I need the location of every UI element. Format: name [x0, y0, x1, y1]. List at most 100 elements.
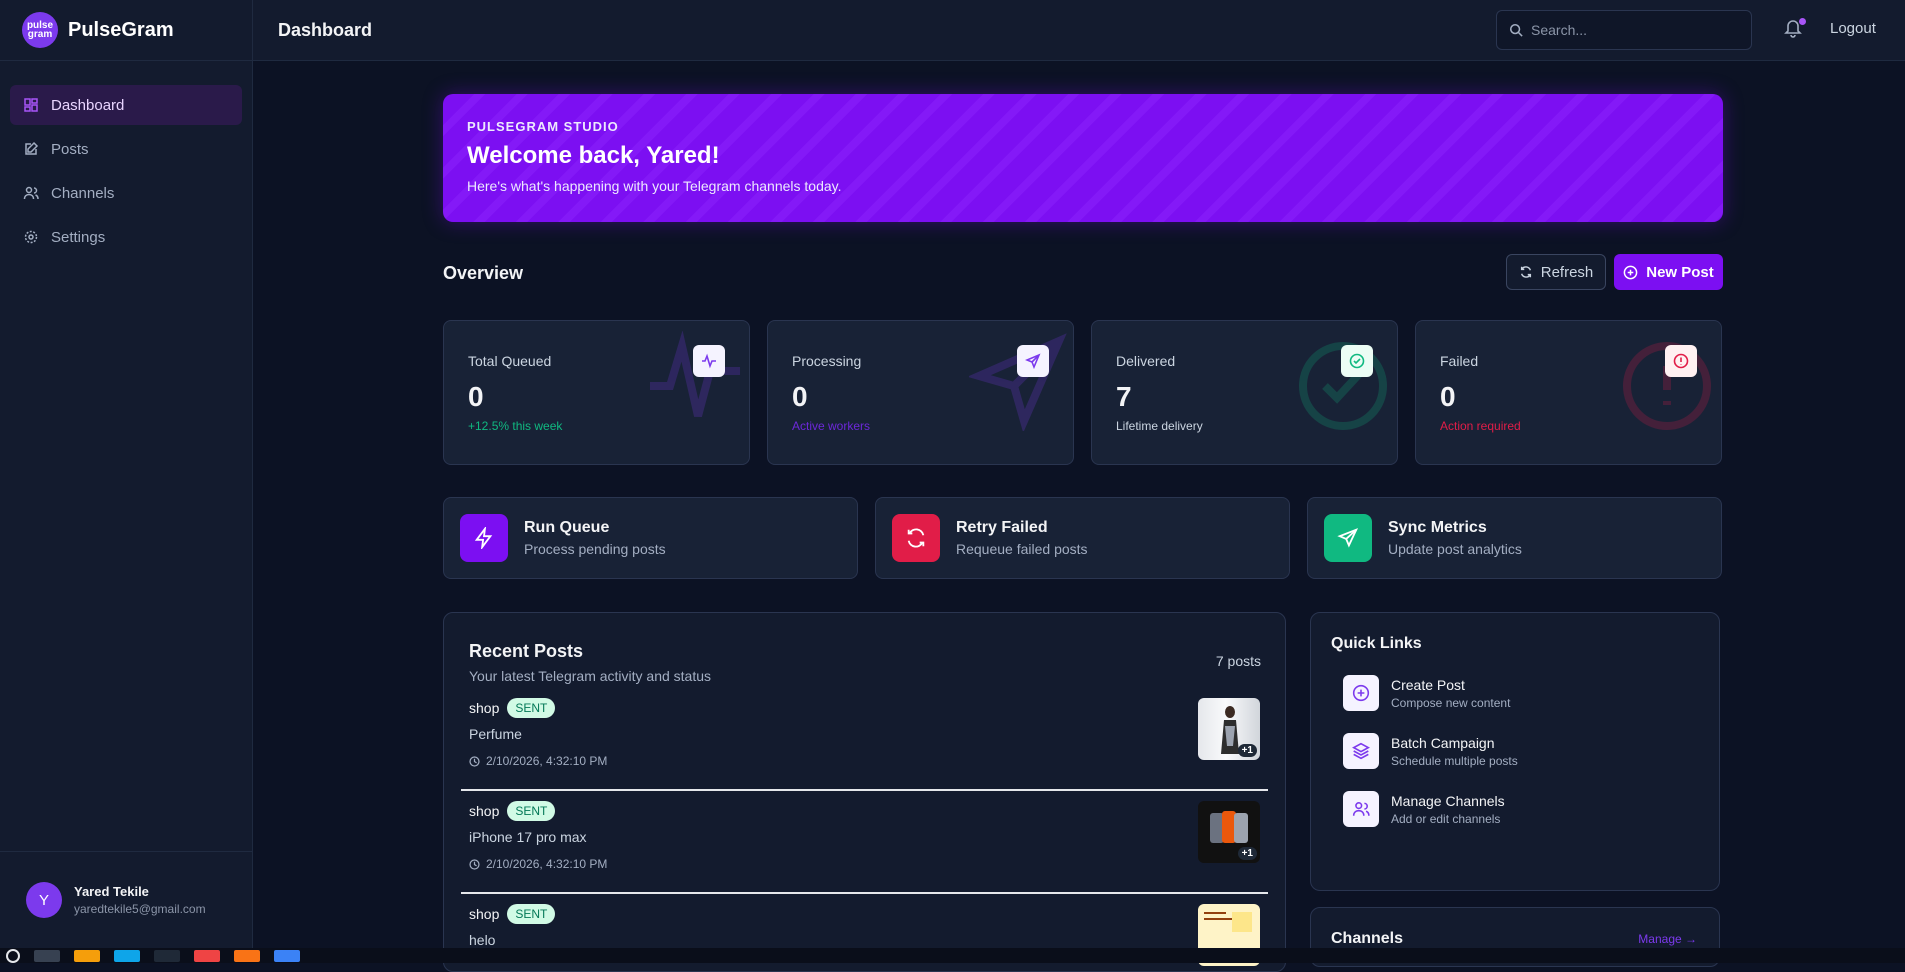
- lower-section: Recent Posts Your latest Telegram activi…: [443, 612, 1723, 972]
- quick-link-manage-channels[interactable]: Manage Channels Add or edit channels: [1331, 791, 1699, 827]
- run-queue-button[interactable]: Run Queue Process pending posts: [443, 497, 858, 579]
- user-profile[interactable]: Y Yared Tekile yaredtekile5@gmail.com: [0, 851, 253, 948]
- sidebar-item-label: Settings: [51, 229, 105, 246]
- action-title: Retry Failed: [956, 519, 1088, 537]
- sidebar-nav: Dashboard Posts Channels Settings: [0, 61, 252, 285]
- avatar: Y: [26, 882, 62, 918]
- plus-circle-icon: [1623, 265, 1638, 280]
- status-badge: SENT: [507, 801, 555, 821]
- post-time: 2/10/2026, 4:32:10 PM: [469, 754, 1260, 768]
- user-name: Yared Tekile: [74, 884, 206, 899]
- sidebar: pulse gram PulseGram Dashboard Posts Cha…: [0, 0, 253, 948]
- manage-channels-link[interactable]: Manage →: [1638, 932, 1697, 946]
- new-post-label: New Post: [1646, 264, 1714, 281]
- dashboard-icon: [23, 97, 39, 113]
- topbar: Dashboard Logout: [253, 0, 1905, 61]
- users-icon: [1343, 791, 1379, 827]
- folder-icon[interactable]: [74, 950, 100, 962]
- sidebar-item-posts[interactable]: Posts: [10, 129, 242, 169]
- right-column: Quick Links Create Post Compose new cont…: [1310, 612, 1720, 972]
- notification-dot: [1799, 18, 1806, 25]
- posts-count: 7 posts: [1216, 653, 1261, 669]
- app-icon-3[interactable]: [274, 950, 300, 962]
- post-text: iPhone 17 pro max: [469, 829, 1260, 845]
- search-icon: [1509, 23, 1523, 37]
- stat-card-delivered: Delivered 7 Lifetime delivery: [1091, 320, 1398, 465]
- status-badge: SENT: [507, 904, 555, 924]
- app-icon[interactable]: [154, 950, 180, 962]
- hero-title: Welcome back, Yared!: [467, 142, 1699, 170]
- refresh-icon: [1519, 265, 1533, 279]
- action-row: Run Queue Process pending posts Retry Fa…: [443, 497, 1723, 579]
- gear-icon: [23, 229, 39, 245]
- quick-link-name: Batch Campaign: [1391, 735, 1518, 751]
- app-icon-2[interactable]: [234, 950, 260, 962]
- quick-link-name: Create Post: [1391, 677, 1510, 693]
- terminal-icon[interactable]: [34, 950, 60, 962]
- action-subtitle: Update post analytics: [1388, 541, 1522, 557]
- overview-header: Overview Refresh New Post: [443, 254, 1723, 292]
- sync-metrics-button[interactable]: Sync Metrics Update post analytics: [1307, 497, 1722, 579]
- users-icon: [23, 185, 39, 201]
- post-thumbnail[interactable]: +1: [1198, 801, 1260, 863]
- status-badge: SENT: [507, 698, 555, 718]
- browser-icon[interactable]: [194, 950, 220, 962]
- brand-name: PulseGram: [68, 19, 174, 42]
- edit-icon: [23, 141, 39, 157]
- clock-icon: [469, 756, 480, 767]
- layers-icon: [1343, 733, 1379, 769]
- brand[interactable]: pulse gram PulseGram: [0, 0, 252, 61]
- stats-row: Total Queued 0 +12.5% this week Processi…: [443, 320, 1723, 465]
- quick-link-desc: Schedule multiple posts: [1391, 754, 1518, 768]
- vscode-icon[interactable]: [114, 950, 140, 962]
- list-item[interactable]: shop SENT Perfume 2/10/2026, 4:32:10 PM …: [461, 688, 1268, 791]
- sidebar-item-label: Posts: [51, 141, 89, 158]
- overview-title: Overview: [443, 263, 523, 284]
- sidebar-item-label: Dashboard: [51, 97, 124, 114]
- new-post-button[interactable]: New Post: [1614, 254, 1723, 290]
- quick-link-name: Manage Channels: [1391, 793, 1505, 809]
- action-subtitle: Requeue failed posts: [956, 541, 1088, 557]
- post-thumbnail[interactable]: +1: [1198, 698, 1260, 760]
- quick-link-create-post[interactable]: Create Post Compose new content: [1331, 675, 1699, 711]
- action-title: Sync Metrics: [1388, 519, 1522, 537]
- alert-circle-icon: [1665, 345, 1697, 377]
- logout-button[interactable]: Logout: [1830, 20, 1876, 37]
- post-time-text: 2/10/2026, 4:32:10 PM: [486, 754, 607, 768]
- post-time: 2/10/2026, 4:32:10 PM: [469, 857, 1260, 871]
- recent-posts-panel: Recent Posts Your latest Telegram activi…: [443, 612, 1286, 972]
- list-item[interactable]: shop SENT iPhone 17 pro max 2/10/2026, 4…: [461, 791, 1268, 894]
- clock-icon: [469, 859, 480, 870]
- quick-link-batch-campaign[interactable]: Batch Campaign Schedule multiple posts: [1331, 733, 1699, 769]
- post-channel: shop: [469, 700, 499, 716]
- main-content: PULSEGRAM STUDIO Welcome back, Yared! He…: [443, 94, 1723, 972]
- stat-card-failed: Failed 0 Action required: [1415, 320, 1722, 465]
- check-circle-icon: [1341, 345, 1373, 377]
- retry-failed-button[interactable]: Retry Failed Requeue failed posts: [875, 497, 1290, 579]
- sidebar-item-settings[interactable]: Settings: [10, 217, 242, 257]
- recent-posts-title: Recent Posts: [461, 641, 1268, 662]
- sidebar-item-label: Channels: [51, 185, 114, 202]
- send-icon: [1017, 345, 1049, 377]
- refresh-button[interactable]: Refresh: [1506, 254, 1606, 290]
- action-title: Run Queue: [524, 519, 666, 537]
- sidebar-item-dashboard[interactable]: Dashboard: [10, 85, 242, 125]
- post-time-text: 2/10/2026, 4:32:10 PM: [486, 857, 607, 871]
- search-input[interactable]: [1531, 22, 1731, 38]
- plus-circle-icon: [1343, 675, 1379, 711]
- sidebar-item-channels[interactable]: Channels: [10, 173, 242, 213]
- post-channel: shop: [469, 803, 499, 819]
- recent-posts-subtitle: Your latest Telegram activity and status: [461, 668, 1268, 684]
- start-icon[interactable]: [6, 949, 20, 963]
- bolt-icon: [460, 514, 508, 562]
- hero-kicker: PULSEGRAM STUDIO: [467, 119, 1699, 134]
- extra-images-badge: +1: [1238, 744, 1257, 757]
- action-subtitle: Process pending posts: [524, 541, 666, 557]
- quick-link-desc: Compose new content: [1391, 696, 1510, 710]
- search-box[interactable]: [1496, 10, 1752, 50]
- refresh-icon: [892, 514, 940, 562]
- hero-subtitle: Here's what's happening with your Telegr…: [467, 178, 1699, 194]
- notifications-button[interactable]: [1784, 18, 1806, 42]
- post-channel: shop: [469, 906, 499, 922]
- quick-links-title: Quick Links: [1331, 635, 1699, 653]
